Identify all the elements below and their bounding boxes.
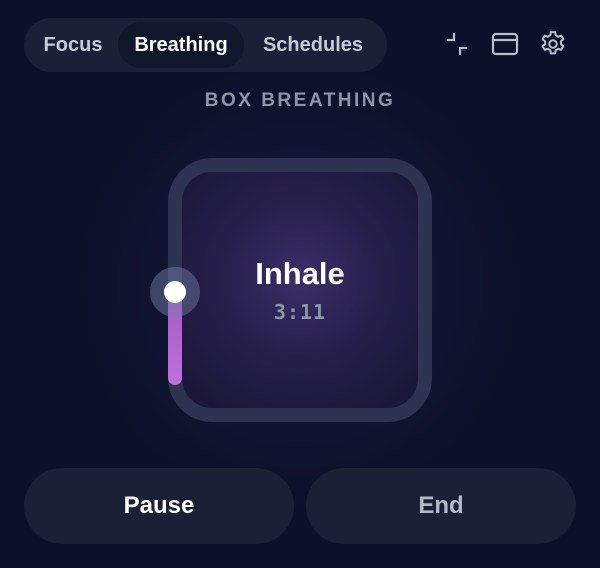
mode-tabs: Focus Breathing Schedules [24, 18, 387, 72]
tab-focus[interactable]: Focus [28, 22, 118, 68]
minimize-button[interactable] [441, 28, 473, 60]
pause-button[interactable]: Pause [24, 468, 294, 544]
breathing-app: Focus Breathing Schedules BOX BREATHING … [0, 0, 600, 568]
gear-icon [541, 31, 565, 55]
settings-button[interactable] [537, 28, 569, 60]
session-timer: 3:11 [273, 300, 327, 324]
tab-schedules[interactable]: Schedules [244, 22, 382, 68]
minimize-icon [446, 32, 468, 56]
mode-title: BOX BREATHING [204, 90, 396, 111]
end-button[interactable]: End [306, 468, 576, 544]
window-icon [491, 32, 519, 56]
phase-label: Inhale [255, 256, 345, 291]
window-button[interactable] [489, 28, 521, 60]
tab-breathing[interactable]: Breathing [118, 22, 244, 68]
